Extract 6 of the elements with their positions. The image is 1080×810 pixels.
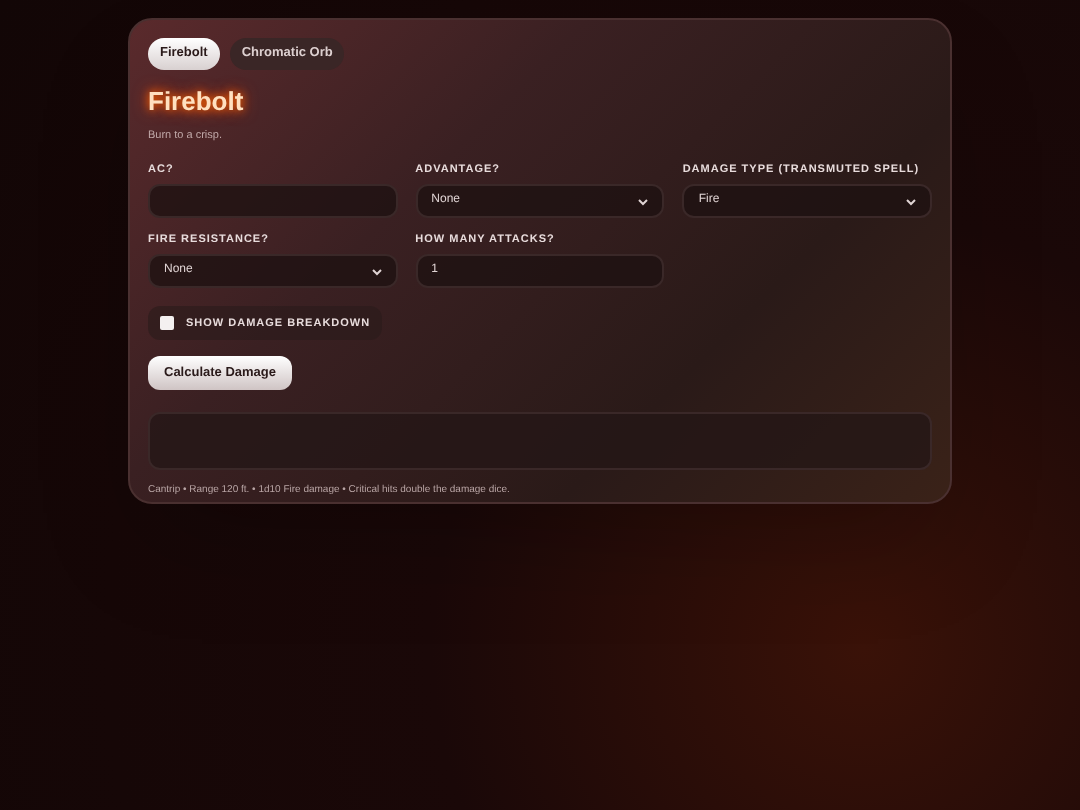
chevron-down-icon [638, 197, 649, 205]
chevron-down-icon [371, 267, 382, 276]
input-field[interactable] [148, 184, 398, 218]
checkbox[interactable] [160, 316, 174, 331]
spell-title: Firebolt [148, 84, 244, 120]
chevron-down-icon [905, 197, 916, 205]
